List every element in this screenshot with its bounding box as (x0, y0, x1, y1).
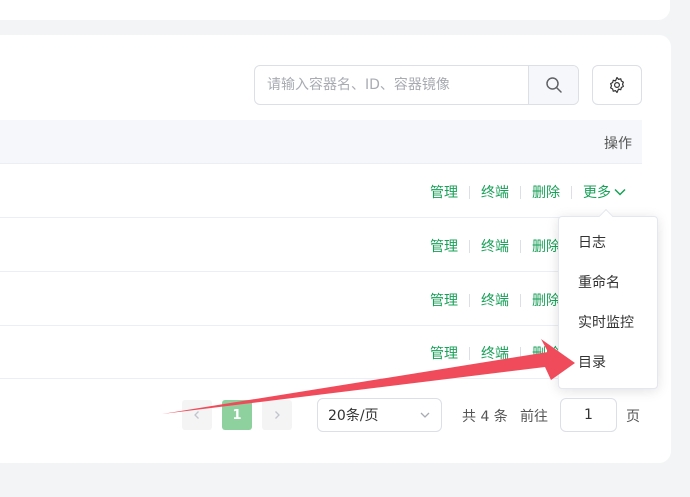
goto-page-input[interactable] (560, 398, 617, 432)
search-input[interactable] (255, 66, 528, 104)
column-settings-button[interactable] (592, 65, 642, 105)
delete-link[interactable]: 删除 (532, 290, 560, 310)
divider (520, 239, 521, 253)
operations-column-header: 操作 (604, 136, 632, 152)
terminal-link[interactable]: 终端 (481, 290, 509, 310)
terminal-link[interactable]: 终端 (481, 343, 509, 363)
menu-item-rename[interactable]: 重命名 (559, 263, 657, 303)
next-page-button[interactable] (262, 400, 292, 430)
divider (469, 239, 470, 253)
divider (520, 346, 521, 360)
search-icon (545, 77, 562, 93)
terminal-link[interactable]: 终端 (481, 182, 509, 202)
page-number-button[interactable]: 1 (222, 400, 252, 430)
delete-link[interactable]: 删除 (532, 182, 560, 202)
chevron-left-icon (194, 411, 199, 419)
menu-item-monitor[interactable]: 实时监控 (559, 303, 657, 343)
manage-link[interactable]: 管理 (430, 182, 458, 202)
manage-link[interactable]: 管理 (430, 343, 458, 363)
divider (469, 346, 470, 360)
more-dropdown-trigger[interactable]: 更多 (583, 182, 627, 202)
search-box (254, 65, 579, 105)
menu-item-logs[interactable]: 日志 (559, 223, 657, 263)
top-card (0, 0, 670, 20)
prev-page-button[interactable] (182, 400, 212, 430)
divider (520, 185, 521, 199)
table-row: 管理 终端 删除 (0, 325, 642, 379)
table-row: 管理 终端 删除 (0, 218, 642, 272)
page-unit-label: 页 (626, 409, 640, 425)
delete-link[interactable]: 删除 (532, 343, 560, 363)
page-size-value: 20条/页 (328, 408, 379, 424)
divider (520, 293, 521, 307)
goto-label: 前往 (520, 409, 548, 425)
gear-icon (610, 76, 624, 94)
chevron-right-icon (275, 411, 280, 419)
search-button[interactable] (528, 66, 578, 104)
total-count: 共 4 条 (462, 409, 508, 425)
table-row: 管理 终端 删除 更多 (0, 164, 642, 218)
table-header: 操作 (0, 120, 642, 164)
manage-link[interactable]: 管理 (430, 290, 458, 310)
chevron-down-icon (614, 188, 626, 196)
more-dropdown-menu: 日志 重命名 实时监控 目录 (558, 208, 658, 389)
delete-link[interactable]: 删除 (532, 236, 560, 256)
more-label: 更多 (583, 185, 611, 201)
page-size-select[interactable]: 20条/页 (317, 398, 442, 432)
menu-item-directory[interactable]: 目录 (559, 343, 657, 383)
divider (469, 185, 470, 199)
table-row: 管理 终端 删除 (0, 272, 642, 326)
manage-link[interactable]: 管理 (430, 236, 458, 256)
divider (469, 293, 470, 307)
terminal-link[interactable]: 终端 (481, 236, 509, 256)
divider (571, 185, 572, 199)
chevron-down-icon (420, 412, 430, 418)
